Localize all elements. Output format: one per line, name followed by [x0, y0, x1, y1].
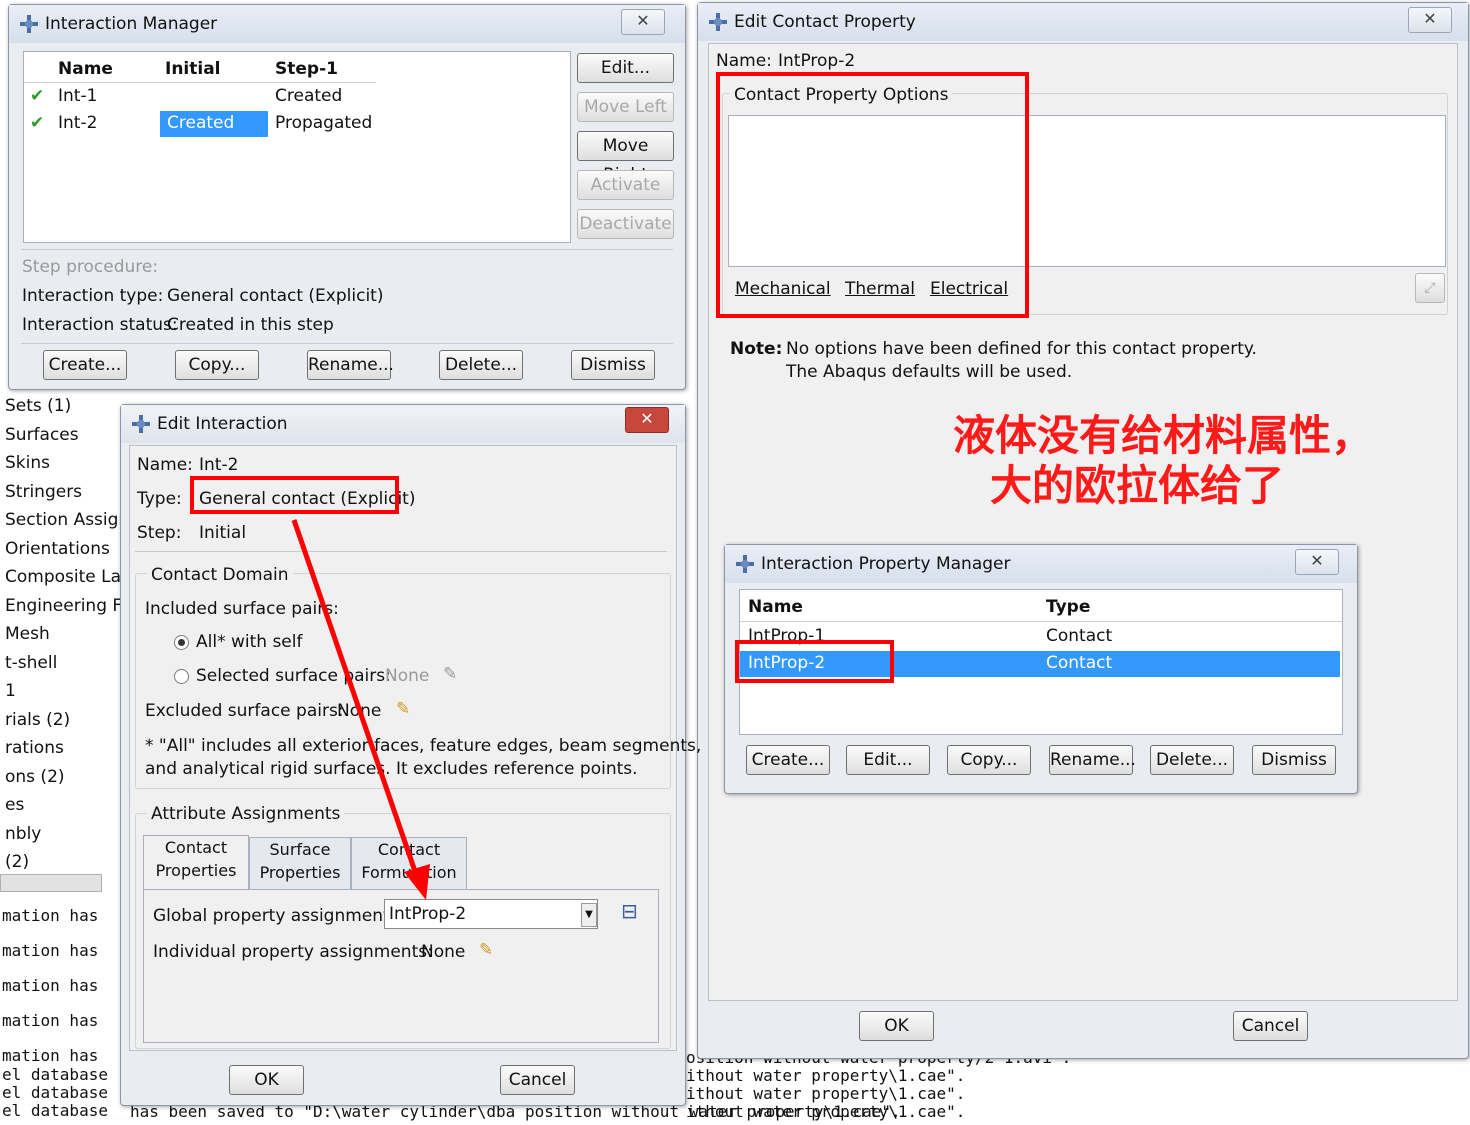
annotation-arrow [291, 519, 430, 900]
